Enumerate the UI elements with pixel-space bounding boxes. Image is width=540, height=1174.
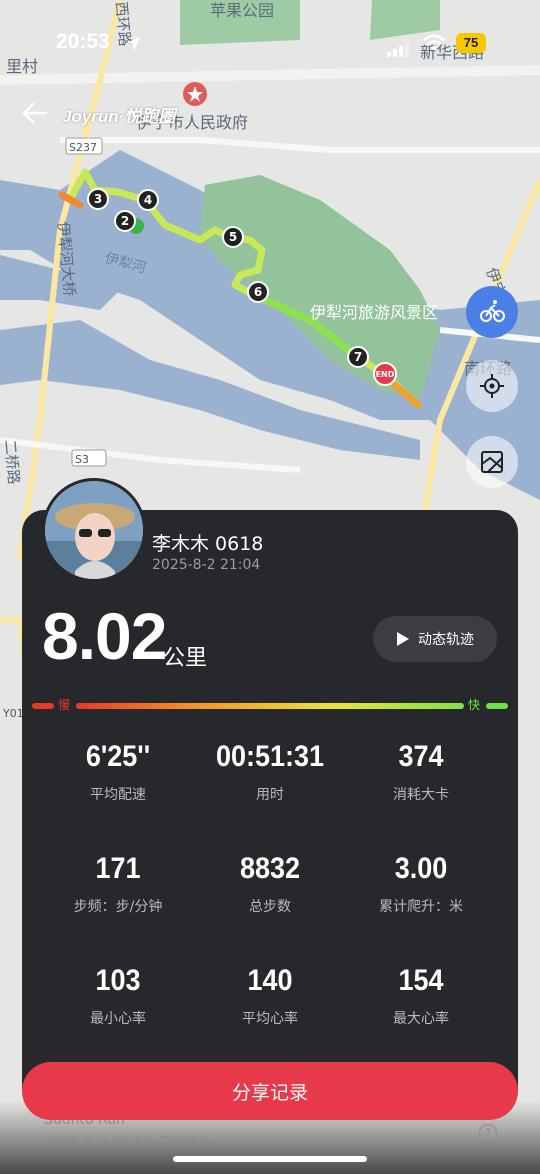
stat-min-heart-rate: 103 最小心率 (38, 964, 198, 1028)
stat-avg-pace: 6'25'' 平均配速 (38, 740, 198, 804)
replay-label: 动态轨迹 (418, 632, 474, 648)
locate-button[interactable] (466, 360, 518, 412)
distance-value: 8.02 (42, 599, 167, 673)
svg-text:6: 6 (254, 285, 262, 299)
stat-calories: 374 消耗大卡 (341, 740, 501, 804)
map-label: 苹果公园 (210, 1, 274, 20)
wifi-icon (423, 34, 445, 51)
play-icon (397, 632, 409, 646)
stat-label: 最小心率 (90, 1011, 146, 1027)
stat-value: 8832 (239, 852, 301, 885)
km-marker: 7 (347, 346, 369, 368)
stat-label: 消耗大卡 (393, 787, 449, 803)
map-style-button[interactable] (466, 436, 518, 488)
svg-text:3: 3 (94, 192, 102, 206)
stat-label: 平均心率 (242, 1011, 298, 1027)
stat-elevation-gain: 3.00 累计爬升：米 (341, 852, 501, 916)
road-badge: S3 (75, 453, 89, 466)
stat-value: 171 (95, 852, 141, 885)
run-datetime: 2025-8-2 21:04 (152, 557, 261, 573)
pace-slow-label: 慢 (58, 698, 71, 712)
svg-text:4: 4 (144, 193, 152, 207)
avatar[interactable] (42, 478, 146, 582)
start-time: 2025-8-2 20:10 开始统计 (44, 1135, 213, 1151)
distance-unit: 公里 (163, 646, 208, 671)
svg-text:5: 5 (229, 230, 237, 244)
end-marker: END (373, 362, 397, 386)
stat-value: 154 (398, 964, 444, 997)
share-record-button[interactable]: 分享记录 (22, 1062, 518, 1120)
road-badge: S237 (69, 141, 97, 154)
stat-label: 用时 (256, 787, 284, 803)
stat-label: 最大心率 (393, 1011, 449, 1027)
km-marker: 6 (247, 281, 269, 303)
map-label: 伊犁河旅游风景区 (310, 303, 438, 322)
navigation-button[interactable] (466, 286, 518, 338)
svg-text:2: 2 (121, 214, 129, 228)
crosshair-icon (480, 374, 504, 398)
stat-label: 累计爬升：米 (379, 899, 463, 915)
battery-indicator: 75 (456, 33, 486, 53)
stat-avg-heart-rate: 140 平均心率 (190, 964, 350, 1028)
pace-color-legend (32, 700, 508, 714)
km-marker: 3 (87, 188, 109, 210)
stat-label: 步频：步/分钟 (73, 899, 163, 915)
km-marker: 5 (222, 226, 244, 248)
stat-value: 00:51:31 (215, 740, 325, 773)
user-photo (45, 481, 143, 579)
government-marker-icon (183, 82, 207, 106)
status-time: 20:53 (56, 30, 110, 53)
svg-text:END: END (376, 370, 395, 379)
stat-max-heart-rate: 154 最大心率 (341, 964, 501, 1028)
replay-track-button[interactable]: 动态轨迹 (373, 616, 497, 662)
cellular-signal-icon (387, 38, 411, 57)
stat-value: 103 (95, 964, 141, 997)
stat-value: 140 (247, 964, 293, 997)
stat-label: 总步数 (249, 899, 291, 915)
stat-duration: 00:51:31 用时 (190, 740, 350, 804)
home-indicator[interactable] (173, 1156, 367, 1162)
status-bar: 20:53 75 (0, 28, 540, 68)
stat-cadence: 171 步频：步/分钟 (38, 852, 198, 916)
stat-label: 平均配速 (90, 787, 146, 803)
pace-fast-label: 快 (468, 698, 481, 712)
cycling-icon (480, 300, 505, 322)
help-icon[interactable]: ? (479, 1124, 497, 1142)
stat-value: 374 (398, 740, 444, 773)
app-brand: Joyrun·悦跑圈 (62, 107, 176, 126)
user-name: 李木木 0618 (152, 533, 264, 555)
location-arrow-icon (126, 37, 140, 51)
stat-value: 6'25'' (85, 740, 151, 773)
svg-text:7: 7 (354, 350, 362, 364)
km-marker: 2 (114, 210, 136, 232)
image-layer-icon (481, 451, 503, 473)
stat-value: 3.00 (394, 852, 448, 885)
stat-steps: 8832 总步数 (190, 852, 350, 916)
km-marker: 4 (137, 189, 159, 211)
back-arrow-icon[interactable] (20, 98, 50, 128)
